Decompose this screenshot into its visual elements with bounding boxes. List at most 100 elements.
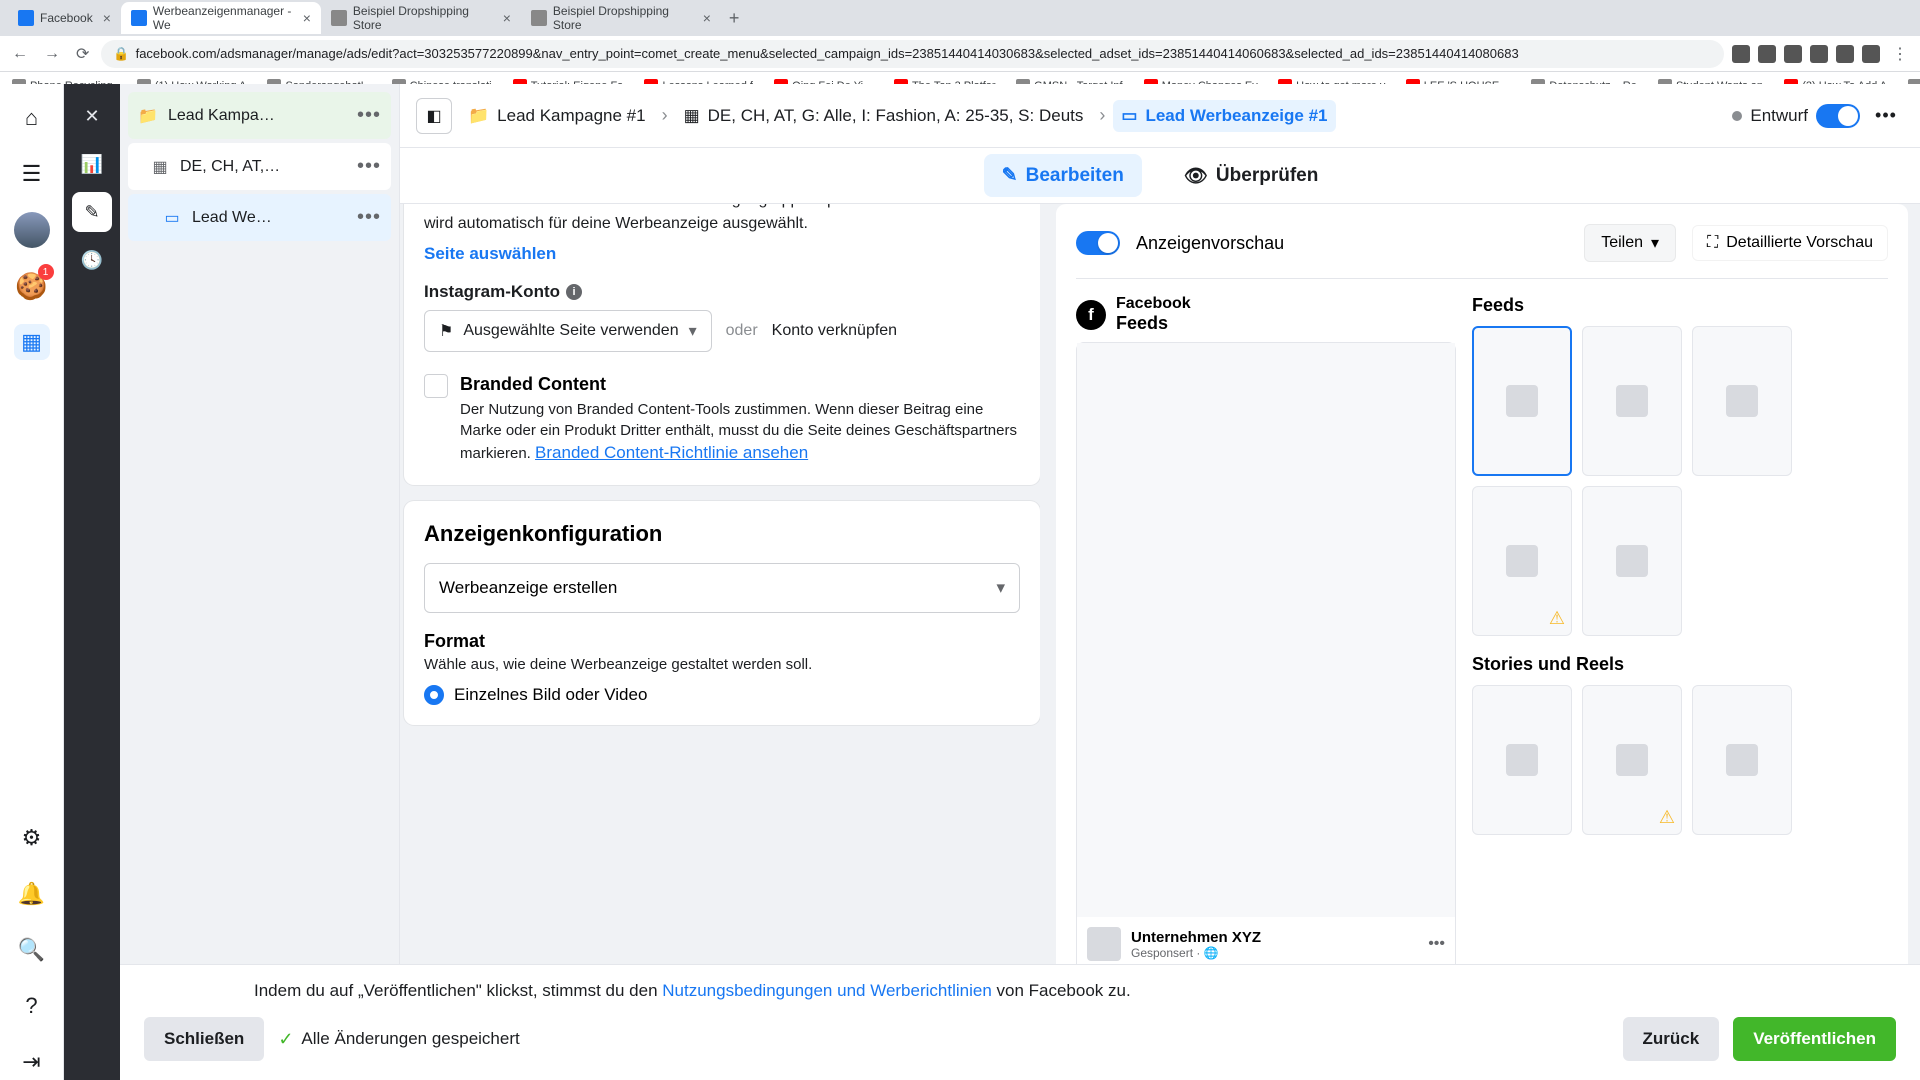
- branded-content-policy-link[interactable]: Branded Content-Richtlinie ansehen: [535, 443, 808, 462]
- ads-manager-icon[interactable]: ▦: [14, 324, 50, 360]
- edit-icon[interactable]: ✎: [72, 192, 112, 232]
- extension-icon[interactable]: [1732, 45, 1750, 63]
- close-icon[interactable]: ✕: [72, 96, 112, 136]
- preview-toggle[interactable]: [1076, 231, 1120, 255]
- menu-icon[interactable]: ⋮: [1888, 40, 1912, 68]
- browser-tab[interactable]: Werbeanzeigenmanager - We×: [121, 2, 321, 34]
- tree-adset[interactable]: ▦ DE, CH, AT,… •••: [128, 143, 391, 190]
- home-icon[interactable]: ⌂: [14, 100, 50, 136]
- breadcrumb-adset[interactable]: ▦DE, CH, AT, G: Alle, I: Fashion, A: 25-…: [676, 100, 1092, 132]
- placement-thumb[interactable]: [1582, 486, 1682, 636]
- branded-content-title: Branded Content: [460, 374, 1020, 395]
- link-account-button[interactable]: Konto verknüpfen: [772, 322, 897, 340]
- close-button[interactable]: Schließen: [144, 1017, 264, 1061]
- extension-icon[interactable]: [1836, 45, 1854, 63]
- image-placeholder-icon: [1616, 744, 1648, 776]
- reload-icon[interactable]: ⟳: [72, 40, 93, 68]
- placement-thumb[interactable]: [1472, 326, 1572, 476]
- tab-title: Beispiel Dropshipping Store: [553, 4, 693, 32]
- tree-label: Lead We…: [192, 209, 347, 227]
- eye-icon: 👁: [1184, 164, 1208, 188]
- back-button[interactable]: Zurück: [1623, 1017, 1720, 1061]
- select-page-link[interactable]: Seite auswählen: [424, 244, 1020, 264]
- notification-badge: 1: [38, 264, 54, 280]
- address-bar[interactable]: 🔒facebook.com/adsmanager/manage/ads/edit…: [101, 40, 1724, 68]
- radio-label: Einzelnes Bild oder Video: [454, 685, 647, 705]
- tab-strip: Facebook × Werbeanzeigenmanager - We× Bei…: [0, 0, 1920, 36]
- info-icon[interactable]: i: [566, 284, 582, 300]
- info-text: Für Kampagnen mit dem Ziel das Ziel „Lea…: [424, 204, 1020, 236]
- tab-title: Facebook: [40, 11, 93, 25]
- image-placeholder-icon: [1726, 744, 1758, 776]
- cookie-icon[interactable]: 🍪1: [14, 268, 50, 304]
- terms-link[interactable]: Nutzungsbedingungen und Werberichtlinien: [662, 981, 992, 1000]
- more-icon[interactable]: •••: [1428, 935, 1445, 953]
- radio-selected-icon: [424, 685, 444, 705]
- new-tab-button[interactable]: +: [721, 8, 748, 29]
- globe-icon: 🌐: [1204, 946, 1219, 960]
- extension-icon[interactable]: [1784, 45, 1802, 63]
- tree-campaign[interactable]: 📁 Lead Kampa… •••: [128, 92, 391, 139]
- image-placeholder-icon: [1726, 385, 1758, 417]
- platform-sub: Feeds: [1116, 313, 1191, 334]
- more-icon[interactable]: •••: [357, 104, 381, 127]
- extension-icon[interactable]: [1758, 45, 1776, 63]
- branded-content-checkbox[interactable]: [424, 374, 448, 398]
- folder-icon: 📁: [138, 106, 158, 126]
- placement-thumb[interactable]: [1472, 685, 1572, 835]
- browser-tab[interactable]: Facebook ×: [8, 2, 121, 34]
- ad-type-select[interactable]: Werbeanzeige erstellen▾: [424, 563, 1020, 613]
- more-icon[interactable]: •••: [1868, 98, 1904, 134]
- collapse-icon[interactable]: ⇥: [14, 1044, 50, 1080]
- breadcrumb-ad[interactable]: ▭Lead Werbeanzeige #1: [1113, 100, 1335, 132]
- settings-icon[interactable]: ⚙: [14, 820, 50, 856]
- branded-content-desc: Der Nutzung von Branded Content-Tools zu…: [460, 399, 1020, 465]
- panel-toggle-button[interactable]: ◧: [416, 98, 452, 134]
- tree-ad[interactable]: ▭ Lead We… •••: [128, 194, 391, 241]
- close-icon[interactable]: ×: [503, 10, 511, 26]
- placement-thumb[interactable]: [1582, 326, 1682, 476]
- placement-thumb[interactable]: [1692, 685, 1792, 835]
- image-placeholder-icon: [1506, 545, 1538, 577]
- avatar[interactable]: [14, 212, 50, 248]
- notifications-icon[interactable]: 🔔: [14, 876, 50, 912]
- format-hint: Wähle aus, wie deine Werbeanzeige gestal…: [424, 656, 1020, 673]
- instagram-page-select[interactable]: ⚑Ausgewählte Seite verwenden▾: [424, 310, 712, 352]
- extension-icon[interactable]: [1862, 45, 1880, 63]
- more-icon[interactable]: •••: [357, 155, 381, 178]
- browser-tab[interactable]: Beispiel Dropshipping Store ×: [321, 2, 521, 34]
- browser-tab[interactable]: Beispiel Dropshipping Store ×: [521, 2, 721, 34]
- format-radio-row[interactable]: Einzelnes Bild oder Video: [424, 685, 1020, 705]
- menu-icon[interactable]: ☰: [14, 156, 50, 192]
- tab-title: Beispiel Dropshipping Store: [353, 4, 493, 32]
- edit-tab[interactable]: ✎Bearbeiten: [984, 154, 1142, 197]
- app-body: ⌂ ☰ 🍪1 ▦ ⚙ 🔔 🔍 ? ⇥ ✕ 📊 ✎ 🕓 📁 Lead Kampa……: [0, 84, 1920, 1080]
- extension-icon[interactable]: [1810, 45, 1828, 63]
- more-icon[interactable]: •••: [357, 206, 381, 229]
- placement-thumb[interactable]: ⚠: [1472, 486, 1572, 636]
- ad-sponsored: Gesponsert · 🌐: [1131, 946, 1418, 960]
- breadcrumb-campaign[interactable]: 📁Lead Kampagne #1: [460, 100, 654, 132]
- close-icon[interactable]: ×: [703, 10, 711, 26]
- main-column: ◧ 📁Lead Kampagne #1 › ▦DE, CH, AT, G: Al…: [400, 84, 1920, 1080]
- detailed-preview-button[interactable]: ⛶Detaillierte Vorschau: [1692, 225, 1888, 261]
- forward-icon[interactable]: →: [40, 41, 64, 67]
- content-split: Für Kampagnen mit dem Ziel das Ziel „Lea…: [400, 204, 1920, 1080]
- terms-text: Indem du auf „Veröffentlichen" klickst, …: [144, 975, 1896, 1007]
- back-icon[interactable]: ←: [8, 41, 32, 67]
- help-icon[interactable]: ?: [14, 988, 50, 1024]
- placement-group-title: Feeds: [1472, 295, 1888, 316]
- adset-icon: ▦: [150, 157, 170, 177]
- image-placeholder-icon: [1616, 385, 1648, 417]
- history-icon[interactable]: 🕓: [72, 240, 112, 280]
- placement-thumb[interactable]: [1692, 326, 1792, 476]
- search-icon[interactable]: 🔍: [14, 932, 50, 968]
- enable-toggle[interactable]: [1816, 104, 1860, 128]
- share-button[interactable]: Teilen▾: [1584, 224, 1676, 262]
- publish-button[interactable]: Veröffentlichen: [1733, 1017, 1896, 1061]
- stats-icon[interactable]: 📊: [72, 144, 112, 184]
- placement-thumb[interactable]: ⚠: [1582, 685, 1682, 835]
- review-tab[interactable]: 👁Überprüfen: [1166, 154, 1337, 198]
- close-icon[interactable]: ×: [103, 10, 111, 26]
- close-icon[interactable]: ×: [303, 10, 311, 26]
